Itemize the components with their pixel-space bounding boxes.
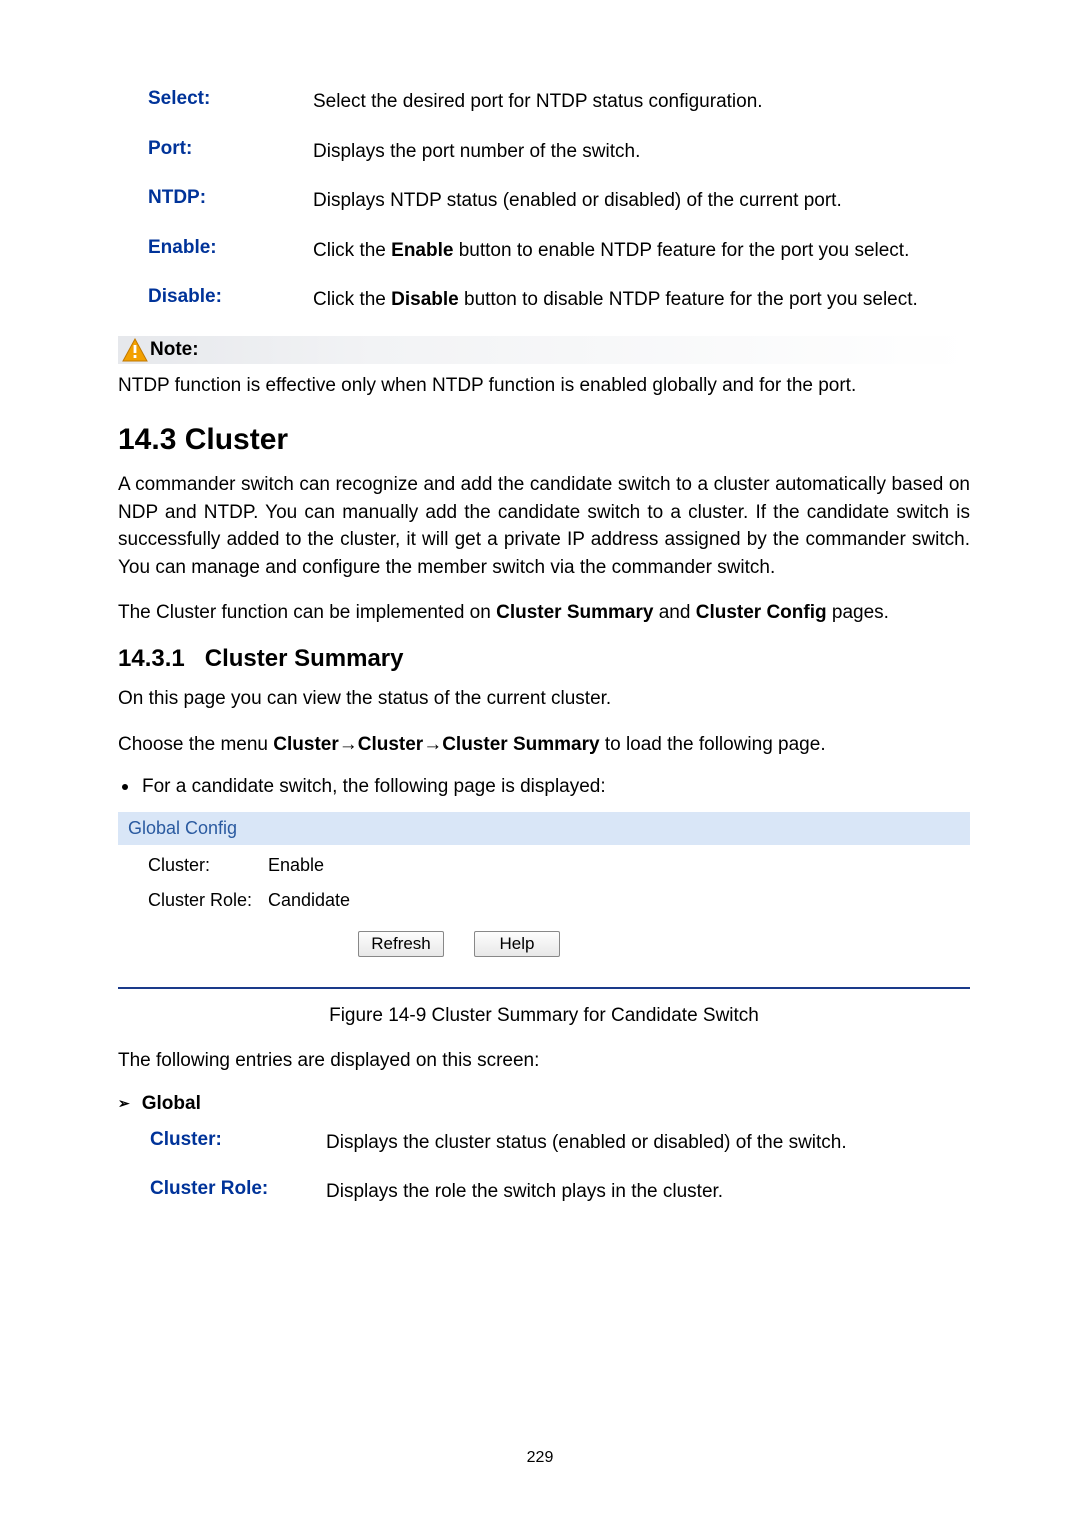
def-row: Cluster Role: Displays the role the swit… xyxy=(150,1178,970,1206)
text: Click the xyxy=(313,289,391,310)
text-bold: Cluster Summary xyxy=(442,734,599,755)
def-row: Enable: Click the Enable button to enabl… xyxy=(118,237,970,265)
panel-separator xyxy=(118,987,970,989)
paragraph: The Cluster function can be implemented … xyxy=(118,599,970,627)
section-heading: 14.3 Cluster xyxy=(118,423,970,457)
text-bold: Cluster xyxy=(273,734,338,755)
def-row: NTDP: Displays NTDP status (enabled or d… xyxy=(118,187,970,215)
field-definitions: Select: Select the desired port for NTDP… xyxy=(118,88,970,314)
text: Choose the menu xyxy=(118,734,273,755)
text-bold: Cluster xyxy=(358,734,423,755)
text: → xyxy=(423,734,442,755)
def-row: Cluster: Displays the cluster status (en… xyxy=(150,1129,970,1157)
text: pages. xyxy=(827,602,889,623)
bullet-dot-icon xyxy=(122,784,128,790)
section-title: Cluster xyxy=(185,423,288,456)
def-desc-ntdp: Displays NTDP status (enabled or disable… xyxy=(313,187,842,215)
text-bold: Cluster Config xyxy=(696,602,827,623)
text: → xyxy=(339,734,358,755)
panel-row-value: Candidate xyxy=(268,890,350,911)
global-config-panel: Global Config Cluster: Enable Cluster Ro… xyxy=(118,812,970,981)
panel-row-cluster: Cluster: Enable xyxy=(118,845,970,880)
subsection-title: Cluster Summary xyxy=(205,645,404,672)
def-label-ntdp: NTDP: xyxy=(118,187,313,215)
refresh-button[interactable]: Refresh xyxy=(358,931,444,957)
panel-row-label: Cluster Role: xyxy=(148,890,268,911)
def-label-cluster-role: Cluster Role: xyxy=(150,1178,326,1206)
paragraph: A commander switch can recognize and add… xyxy=(118,471,970,581)
note-bar: Note: xyxy=(118,336,970,364)
page-number: 229 xyxy=(0,1449,1080,1467)
paragraph: On this page you can view the status of … xyxy=(118,685,970,713)
bullet-text: For a candidate switch, the following pa… xyxy=(142,776,606,798)
paragraph: The following entries are displayed on t… xyxy=(118,1047,970,1075)
text-bold: Cluster Summary xyxy=(496,602,653,623)
bullet-item: For a candidate switch, the following pa… xyxy=(118,776,970,798)
def-desc-port: Displays the port number of the switch. xyxy=(313,138,640,166)
def-label-cluster: Cluster: xyxy=(150,1129,326,1157)
text-bold: Disable xyxy=(391,289,459,310)
def-label-port: Port: xyxy=(118,138,313,166)
def-desc-enable: Click the Enable button to enable NTDP f… xyxy=(313,237,909,265)
subsection-number: 14.3.1 xyxy=(118,645,185,672)
note-text: NTDP function is effective only when NTD… xyxy=(118,372,970,400)
def-desc-select: Select the desired port for NTDP status … xyxy=(313,88,763,116)
paragraph: Choose the menu Cluster→Cluster→Cluster … xyxy=(118,731,970,759)
text: button to disable NTDP feature for the p… xyxy=(459,289,918,310)
def-row: Port: Displays the port number of the sw… xyxy=(118,138,970,166)
text: The Cluster function can be implemented … xyxy=(118,602,496,623)
panel-row-cluster-role: Cluster Role: Candidate xyxy=(118,880,970,915)
text: button to enable NTDP feature for the po… xyxy=(453,240,909,261)
def-row: Disable: Click the Disable button to dis… xyxy=(118,286,970,314)
subsection-heading: 14.3.1 Cluster Summary xyxy=(118,645,970,673)
def-row: Select: Select the desired port for NTDP… xyxy=(118,88,970,116)
panel-row-value: Enable xyxy=(268,855,324,876)
note-label: Note: xyxy=(150,339,199,361)
sub-heading: ➢ Global xyxy=(118,1093,970,1115)
figure-caption: Figure 14-9 Cluster Summary for Candidat… xyxy=(118,1005,970,1027)
text: Click the xyxy=(313,240,391,261)
panel-buttons: Refresh Help xyxy=(118,915,970,969)
text-bold: Enable xyxy=(391,240,453,261)
warning-icon xyxy=(122,338,148,362)
chevron-right-icon: ➢ xyxy=(118,1095,130,1112)
def-desc-disable: Click the Disable button to disable NTDP… xyxy=(313,286,918,314)
section-number: 14.3 xyxy=(118,423,176,456)
text: and xyxy=(653,602,695,623)
def-label-select: Select: xyxy=(118,88,313,116)
def-desc-cluster: Displays the cluster status (enabled or … xyxy=(326,1129,847,1157)
panel-row-label: Cluster: xyxy=(148,855,268,876)
def-label-enable: Enable: xyxy=(118,237,313,265)
field-definitions-2: Cluster: Displays the cluster status (en… xyxy=(118,1129,970,1206)
help-button[interactable]: Help xyxy=(474,931,560,957)
sub-heading-text: Global xyxy=(142,1093,201,1115)
panel-title: Global Config xyxy=(118,812,970,845)
def-label-disable: Disable: xyxy=(118,286,313,314)
def-desc-cluster-role: Displays the role the switch plays in th… xyxy=(326,1178,723,1206)
text: to load the following page. xyxy=(600,734,826,755)
